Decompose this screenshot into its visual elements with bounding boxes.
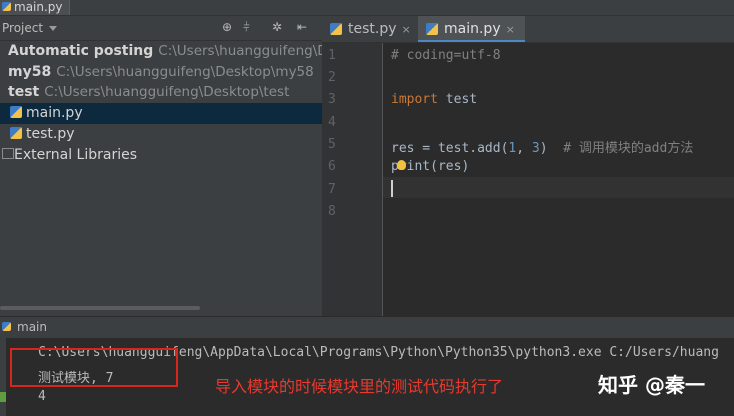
close-icon[interactable]: × <box>402 23 411 36</box>
tab-test-py[interactable]: test.py × <box>322 16 421 42</box>
project-panel: Project ⊕ ⫩ ✲ ⇤ Automatic posting C:\User… <box>0 16 322 316</box>
python-run-icon <box>2 322 11 331</box>
code-line-1: # coding=utf-8 <box>391 48 501 63</box>
python-file-icon <box>10 106 22 118</box>
inline-comment: # 调用模块的add方法 <box>563 141 694 156</box>
line-number: 2 <box>328 70 336 85</box>
tree-item-test-folder[interactable]: test C:\Users\huangguifeng\Desktop\test <box>0 82 322 103</box>
code-token: res = test.add( <box>391 141 509 156</box>
line-number: 3 <box>328 92 336 107</box>
line-number: 1 <box>328 48 336 63</box>
tree-item-label: Automatic posting <box>8 43 154 59</box>
python-file-icon <box>330 23 342 35</box>
code-token: ) <box>539 141 564 156</box>
line-number: 8 <box>328 204 336 219</box>
tree-item-test-py[interactable]: test.py <box>0 124 322 145</box>
settings-gear-icon[interactable]: ✲ <box>272 20 282 34</box>
import-keyword: import <box>391 92 438 107</box>
line-number: 5 <box>328 137 336 152</box>
code-line-5: res = test.add(1, 3) # 调用模块的add方法 <box>391 137 693 156</box>
python-file-icon <box>10 127 22 139</box>
collapse-all-icon[interactable]: ⫩ <box>243 20 250 35</box>
tree-item-label: test.py <box>26 126 75 142</box>
horizontal-scrollbar[interactable] <box>0 306 200 310</box>
close-icon[interactable]: × <box>506 23 515 36</box>
tree-item-automatic-posting[interactable]: Automatic posting C:\Users\huangguifeng\D <box>0 41 322 62</box>
module-name: test <box>437 92 478 107</box>
line-number: 7 <box>328 182 336 197</box>
line-number: 6 <box>328 159 336 174</box>
tree-item-main-py[interactable]: main.py <box>0 103 322 124</box>
library-icon <box>2 148 14 159</box>
console-line-result: 4 <box>38 389 46 404</box>
line-number: 4 <box>328 115 336 130</box>
text-caret <box>391 180 393 197</box>
tree-item-label: my58 <box>8 64 52 80</box>
tree-item-path: C:\Users\huangguifeng\Desktop\test <box>44 84 290 100</box>
hide-panel-icon[interactable]: ⇤ <box>297 20 307 34</box>
tree-item-external-libraries[interactable]: External Libraries <box>0 145 322 166</box>
python-file-icon <box>426 23 438 35</box>
line-number-gutter: 1 2 3 4 5 6 7 8 <box>322 43 383 316</box>
tab-label: test.py <box>348 21 397 37</box>
code-editor[interactable]: # coding=utf-8 import test res = test.ad… <box>383 43 734 316</box>
editor-tab-bar: test.py × main.py × <box>322 16 734 43</box>
code-line-3: import test <box>391 92 477 107</box>
watermark: 知乎 @秦一 <box>598 373 705 397</box>
tree-item-label: main.py <box>26 105 83 121</box>
annotation-text: 导入模块的时候模块里的测试代码执行了 <box>215 377 504 396</box>
code-token: , <box>516 141 532 156</box>
number-literal: 3 <box>531 141 540 156</box>
breadcrumb-file[interactable]: main.py <box>0 0 70 15</box>
tree-item-label: External Libraries <box>14 147 137 163</box>
run-panel-title[interactable]: main <box>17 320 47 334</box>
current-line-highlight <box>383 177 734 198</box>
tab-label: main.py <box>444 21 501 37</box>
navigation-bar: main.py <box>0 0 734 16</box>
project-panel-header: Project ⊕ ⫩ ✲ ⇤ <box>0 16 322 41</box>
highlight-box <box>10 348 178 387</box>
scroll-from-source-icon[interactable]: ⊕ <box>222 20 232 34</box>
tree-item-label: test <box>8 84 40 100</box>
tree-item-path: C:\Users\huangguifeng\Desktop\my58 <box>56 64 314 80</box>
run-panel-header: main <box>0 316 734 339</box>
lightbulb-icon[interactable] <box>397 160 406 170</box>
tree-item-path: C:\Users\huangguifeng\D <box>158 43 322 59</box>
tree-item-my58[interactable]: my58 C:\Users\huangguifeng\Desktop\my58 <box>0 62 322 83</box>
project-panel-title[interactable]: Project <box>2 21 57 35</box>
tab-main-py[interactable]: main.py × <box>418 16 525 42</box>
